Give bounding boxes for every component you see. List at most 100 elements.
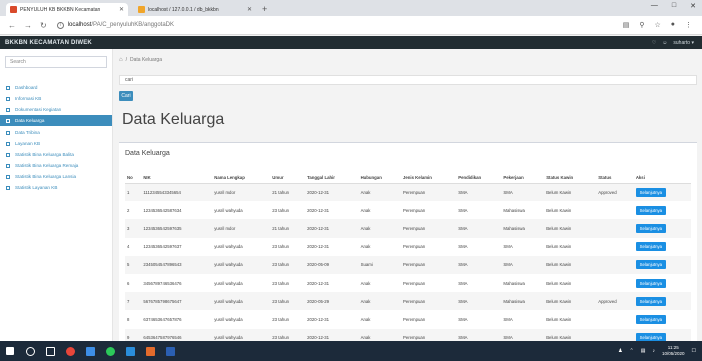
- sidebar-item-informasi-kb[interactable]: Informasi KB: [0, 93, 112, 104]
- user-menu[interactable]: suharto ▾: [673, 40, 694, 46]
- whatsapp-icon[interactable]: [100, 341, 120, 361]
- search-input[interactable]: cari: [119, 75, 697, 85]
- tab-close-icon[interactable]: ✕: [247, 6, 252, 13]
- selanjutnya-button[interactable]: Selanjutnya: [635, 242, 666, 252]
- sidebar-item-label: Statistik Bina Keluarga Remaja: [15, 163, 79, 168]
- table-cell: Perempuan: [402, 280, 426, 286]
- table-cell: Belum Kawin: [546, 280, 572, 286]
- selanjutnya-button[interactable]: Selanjutnya: [635, 296, 666, 306]
- table-cell: yusril mdor: [214, 225, 236, 231]
- table-cell: 2020-05-29: [307, 298, 330, 304]
- table-cell: Belum Kawin: [546, 262, 572, 268]
- sidebar-item-dashboard[interactable]: Dashboard: [0, 82, 112, 93]
- table-cell: 2020-12-31: [307, 189, 330, 195]
- sidebar-item-data-keluarga[interactable]: Data Keluarga: [0, 115, 112, 126]
- sidebar-item-statistik-bina-keluarga-balita[interactable]: Statistik Bina Keluarga Balita: [0, 149, 112, 160]
- table-cell: SMA: [458, 298, 468, 304]
- bookmark-star-icon[interactable]: ☆: [654, 21, 660, 29]
- sidebar-item-layanan-kb[interactable]: Layanan KB: [0, 138, 112, 149]
- browser-tab[interactable]: localhost / 127.0.0.1 / db_bkkbn ✕: [134, 3, 256, 16]
- reload-icon[interactable]: ↻: [40, 21, 47, 30]
- table-cell: Approved: [598, 298, 617, 304]
- table-cell: 2020-12-31: [307, 244, 330, 250]
- url-field[interactable]: i localhost/PA/C_penyuluhKB/anggotaDK: [56, 19, 623, 32]
- new-tab-icon[interactable]: +: [262, 4, 267, 14]
- selanjutnya-button[interactable]: Selanjutnya: [635, 223, 666, 233]
- search-icon[interactable]: [20, 341, 40, 361]
- table-row: 1 1112345543345654 yusril mdor 21 tahun 2020…: [125, 183, 691, 202]
- close-window-icon[interactable]: ✕: [690, 2, 696, 10]
- back-icon[interactable]: ←: [8, 21, 16, 30]
- table-cell: Mahasiswa: [503, 225, 525, 231]
- task-view-icon[interactable]: [40, 341, 60, 361]
- kebab-menu-icon[interactable]: ⋮: [685, 21, 692, 29]
- minimize-icon[interactable]: —: [651, 2, 658, 10]
- home-icon[interactable]: ⌂: [119, 57, 123, 63]
- table-cell: 23 tahun: [272, 298, 290, 304]
- table-cell: [596, 238, 634, 256]
- browser-tab-bar: PENYULUH KB BKKBN Kecamatan ✕ localhost / …: [0, 0, 702, 16]
- table-cell: SMA: [458, 316, 468, 322]
- sidebar-item-statistik-bina-keluarga-lansia[interactable]: Statistik Bina Keluarga Lansia: [0, 171, 112, 182]
- start-icon[interactable]: [0, 341, 20, 361]
- search-input-value: cari: [125, 77, 134, 83]
- action-cell: Selanjutnya: [634, 292, 691, 310]
- table-cell: 7: [127, 298, 130, 304]
- zoom-icon[interactable]: ⚲: [639, 21, 644, 29]
- heart-icon[interactable]: ♡: [652, 40, 656, 46]
- action-cell: Selanjutnya: [634, 274, 691, 292]
- clock[interactable]: 11:25 10/05/2020: [662, 345, 685, 357]
- chrome-icon[interactable]: [60, 341, 80, 361]
- table-cell: 2: [127, 207, 130, 213]
- table-cell: Anak: [360, 298, 371, 304]
- taskbar-apps: [0, 341, 180, 361]
- box-title: Data Keluarga: [125, 150, 170, 157]
- forward-icon[interactable]: →: [24, 21, 32, 30]
- table-row: 4 1234536542597637 yusril wahyuda 23 tahun 2…: [125, 238, 691, 256]
- brand-logo[interactable]: BKKBN KECAMATAN DIWEK: [0, 40, 113, 46]
- menu-item-icon: [6, 118, 10, 123]
- table-cell: Perempuan: [402, 189, 426, 195]
- sidebar-item-statistik-layanan-kb[interactable]: Statistik Layanan KB: [0, 182, 112, 193]
- browser-tab[interactable]: PENYULUH KB BKKBN Kecamatan ✕: [6, 3, 128, 16]
- table-cell: 4: [127, 244, 130, 250]
- clock-date: 10/05/2020: [661, 351, 685, 356]
- table-cell: Belum Kawin: [546, 244, 572, 250]
- volume-icon[interactable]: ♪: [652, 348, 655, 354]
- sidebar-item-label: Data Keluarga: [15, 118, 45, 123]
- notification-icon[interactable]: ☐: [692, 348, 696, 354]
- selanjutnya-button[interactable]: Selanjutnya: [635, 278, 666, 288]
- column-header: Pekerjaan: [501, 172, 545, 184]
- tray-arrow-icon[interactable]: ⌃: [630, 348, 634, 354]
- selanjutnya-button[interactable]: Selanjutnya: [635, 187, 666, 197]
- selanjutnya-button[interactable]: Selanjutnya: [635, 260, 666, 270]
- table-cell: Anak: [360, 244, 371, 250]
- menu-item-icon: [6, 174, 10, 179]
- selanjutnya-button[interactable]: Selanjutnya: [635, 205, 666, 215]
- translate-icon[interactable]: ▤: [623, 21, 630, 29]
- sidebar-item-statistik-bina-keluarga-remaja[interactable]: Statistik Bina Keluarga Remaja: [0, 160, 112, 171]
- sidebar-search-input[interactable]: Search: [5, 56, 107, 68]
- sidebar-item-dokumentasi-kegiatan[interactable]: Dokumentasi Kegiatan: [0, 104, 112, 115]
- menu-item-icon: [6, 130, 10, 135]
- table-row: 2 1234536542587634 yusril wahyuda 23 tahun 2…: [125, 201, 691, 219]
- tab-close-icon[interactable]: ✕: [119, 6, 124, 13]
- info-icon[interactable]: i: [56, 21, 64, 29]
- selanjutnya-button[interactable]: Selanjutnya: [635, 314, 666, 324]
- table-row: 8 6374653647657876 yusril wahyuda 23 tahun 2…: [125, 310, 691, 328]
- table-cell: 8: [127, 316, 130, 322]
- cari-button[interactable]: Cari: [119, 91, 133, 101]
- app-header: BKKBN KECAMATAN DIWEK ♡ ☺ suharto ▾: [0, 36, 702, 49]
- network-icon[interactable]: ▤: [641, 348, 646, 354]
- sidebar-item-data-tribina[interactable]: Data Tribina: [0, 127, 112, 138]
- vscode-icon[interactable]: [120, 341, 140, 361]
- word-icon[interactable]: [160, 341, 180, 361]
- explorer-icon[interactable]: [80, 341, 100, 361]
- profile-icon[interactable]: ●: [671, 21, 675, 29]
- xampp-icon[interactable]: [140, 341, 160, 361]
- table-cell: yusril wahyuda: [214, 207, 243, 213]
- table-cell: 23 tahun: [272, 244, 290, 250]
- column-header: Status: [596, 172, 634, 184]
- maximize-icon[interactable]: □: [672, 2, 676, 10]
- people-icon[interactable]: ♟: [618, 348, 622, 354]
